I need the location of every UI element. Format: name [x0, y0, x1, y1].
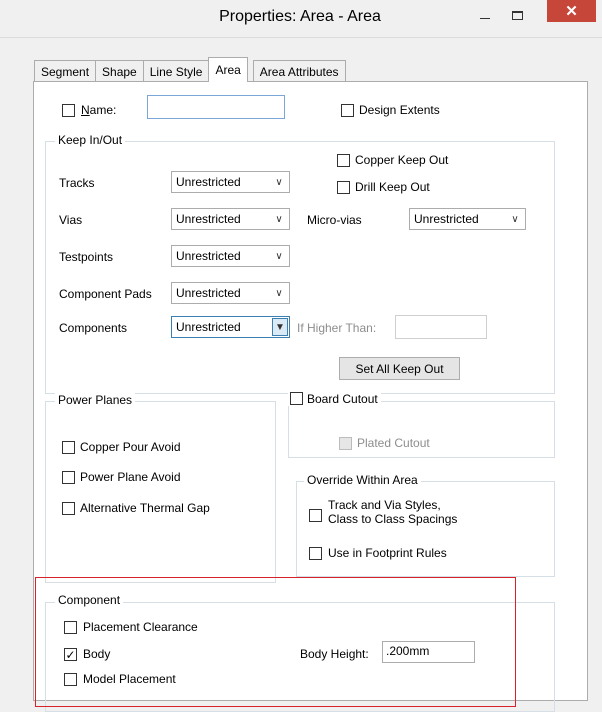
maximize-icon [511, 10, 523, 20]
components-select[interactable]: Unrestricted ▼ [171, 316, 290, 338]
vias-value: Unrestricted [176, 212, 241, 226]
close-button[interactable]: ✕ [547, 0, 596, 22]
component-pads-select[interactable]: Unrestricted ∨ [171, 282, 290, 304]
styles-spacings-label: Track and Via Styles, Class to Class Spa… [328, 498, 457, 526]
if-higher-than-label: If Higher Than: [297, 321, 377, 335]
chevron-down-icon: ∨ [275, 287, 283, 299]
tab-strip: Segment Shape Line Style Area Area Attri… [34, 57, 346, 82]
title-bar: Properties: Area - Area ✕ [0, 0, 602, 38]
power-planes-group [45, 401, 276, 583]
window-title: Properties: Area - Area [219, 8, 381, 25]
chevron-down-icon: ▼ [272, 318, 288, 336]
name-input[interactable] [147, 95, 285, 119]
components-label: Components [59, 321, 128, 335]
testpoints-label: Testpoints [59, 250, 114, 264]
window-frame [0, 38, 8, 693]
vias-select[interactable]: Unrestricted ∨ [171, 208, 290, 230]
close-icon: ✕ [565, 3, 578, 20]
component-pads-label: Component Pads [59, 287, 152, 301]
minimize-button[interactable] [470, 0, 500, 30]
board-cutout-checkbox[interactable] [290, 392, 303, 405]
chevron-down-icon: ∨ [275, 213, 283, 225]
power-planes-title: Power Planes [55, 393, 136, 407]
plated-cutout-checkbox[interactable] [339, 437, 352, 450]
chevron-down-icon: ∨ [275, 176, 283, 188]
highlight-box [35, 577, 516, 707]
copper-keep-out-checkbox[interactable] [337, 154, 350, 167]
drill-keep-out-checkbox[interactable] [337, 181, 350, 194]
tracks-select[interactable]: Unrestricted ∨ [171, 171, 290, 193]
name-label: Name: [81, 103, 117, 117]
copper-pour-avoid-label: Copper Pour Avoid [80, 440, 181, 454]
chevron-down-icon: ∨ [511, 213, 519, 225]
board-cutout-title: Board Cutout [288, 392, 381, 406]
set-all-keep-out-button[interactable]: Set All Keep Out [339, 357, 460, 380]
footprint-rules-label: Use in Footprint Rules [328, 546, 447, 560]
keep-in-out-group [45, 141, 555, 394]
alternative-thermal-gap-checkbox[interactable] [62, 502, 75, 515]
name-label-text: ame: [89, 103, 117, 117]
design-extents-checkbox[interactable] [341, 104, 354, 117]
power-plane-avoid-label: Power Plane Avoid [80, 470, 181, 484]
power-plane-avoid-checkbox[interactable] [62, 471, 75, 484]
maximize-button[interactable] [502, 0, 532, 30]
override-within-area-group [296, 481, 555, 577]
if-higher-than-input[interactable] [395, 315, 487, 339]
tab-line-style[interactable]: Line Style [142, 60, 210, 82]
footprint-rules-checkbox[interactable] [309, 547, 322, 560]
tab-area-attributes[interactable]: Area Attributes [252, 60, 346, 82]
chevron-down-icon: ∨ [275, 250, 283, 262]
vias-label: Vias [59, 213, 83, 227]
design-extents-label: Design Extents [359, 103, 440, 117]
drill-keep-out-label: Drill Keep Out [355, 180, 430, 194]
micro-vias-label: Micro-vias [307, 213, 362, 227]
keep-in-out-title: Keep In/Out [55, 133, 126, 147]
alternative-thermal-gap-label: Alternative Thermal Gap [80, 501, 210, 515]
micro-vias-value: Unrestricted [414, 212, 479, 226]
tracks-value: Unrestricted [176, 175, 241, 189]
name-checkbox[interactable] [62, 104, 75, 117]
styles-line-2: Class to Class Spacings [328, 512, 458, 526]
minimize-icon [480, 17, 490, 19]
override-within-area-title: Override Within Area [304, 473, 421, 487]
testpoints-value: Unrestricted [176, 249, 241, 263]
copper-pour-avoid-checkbox[interactable] [62, 441, 75, 454]
tab-shape[interactable]: Shape [95, 60, 144, 82]
tab-area[interactable]: Area [208, 57, 248, 82]
testpoints-select[interactable]: Unrestricted ∨ [171, 245, 290, 267]
styles-spacings-checkbox[interactable] [309, 509, 322, 522]
board-cutout-label: Board Cutout [307, 392, 378, 406]
micro-vias-select[interactable]: Unrestricted ∨ [409, 208, 526, 230]
component-pads-value: Unrestricted [176, 286, 241, 300]
tracks-label: Tracks [59, 176, 95, 190]
styles-line-1: Track and Via Styles, [328, 498, 441, 512]
tab-segment[interactable]: Segment [34, 60, 97, 82]
components-value: Unrestricted [176, 320, 241, 334]
copper-keep-out-label: Copper Keep Out [355, 153, 449, 167]
plated-cutout-label: Plated Cutout [357, 436, 430, 450]
